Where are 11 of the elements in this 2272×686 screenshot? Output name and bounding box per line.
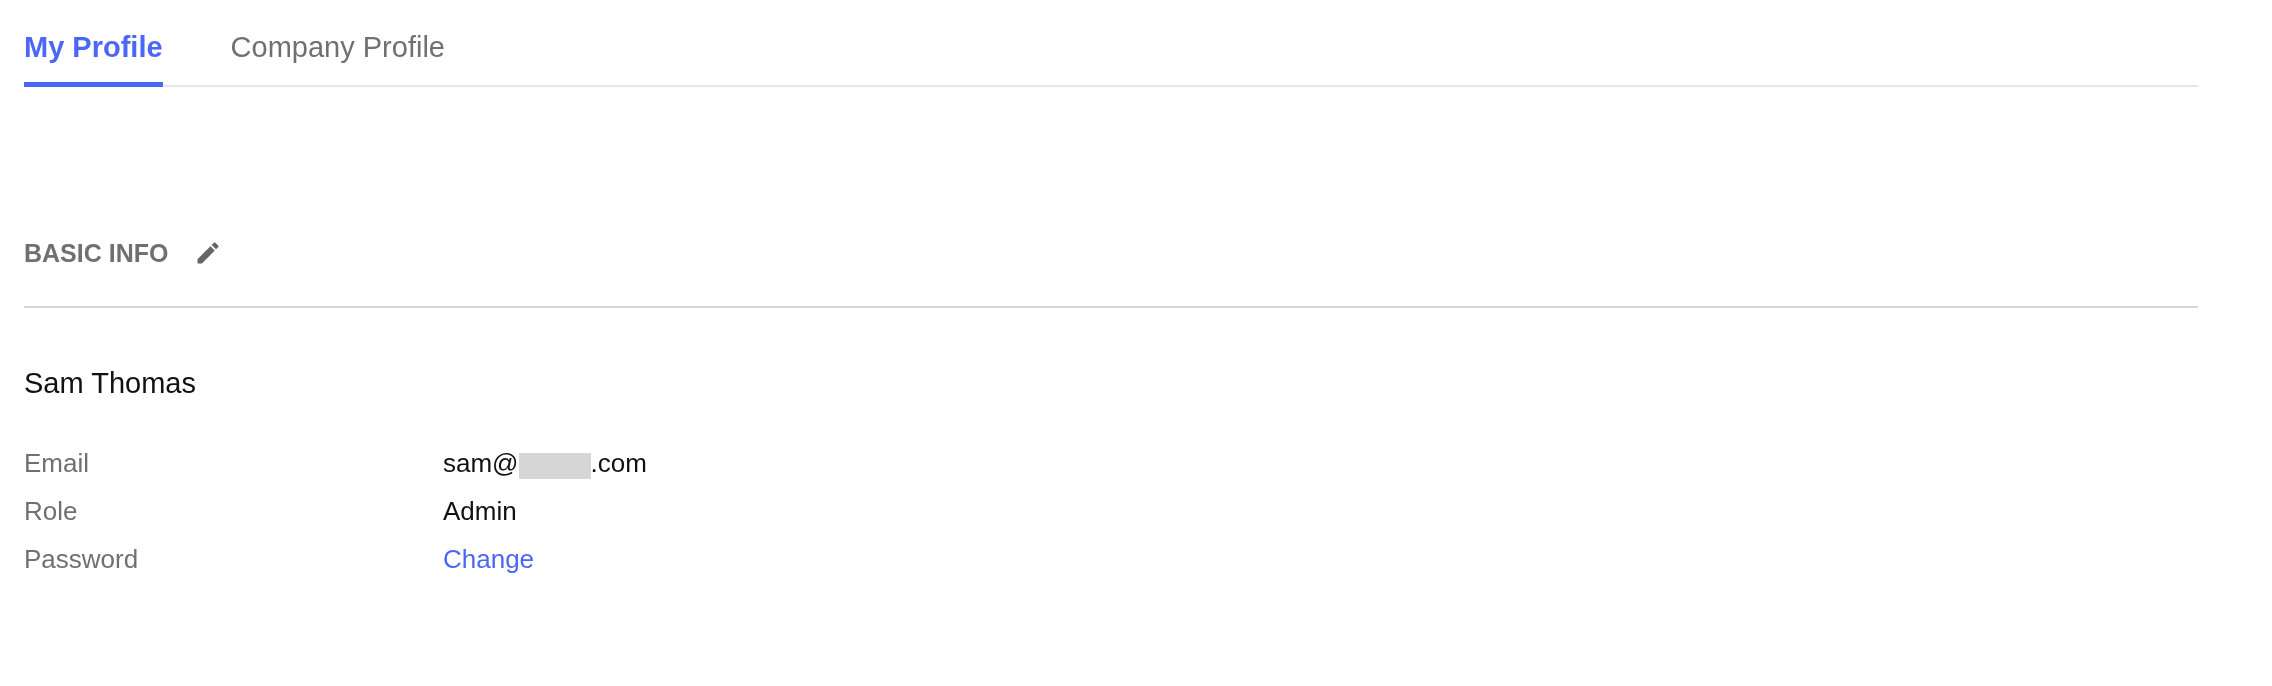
field-label: Password: [24, 543, 140, 576]
email-start: sam@: [443, 447, 519, 480]
field-label: Role: [24, 495, 79, 528]
change-password-link[interactable]: Change: [443, 542, 535, 576]
user-name: Sam Thomas: [24, 366, 197, 400]
field-value: Admin: [443, 495, 517, 528]
tab[interactable]: Company Profile: [230, 30, 445, 87]
tab[interactable]: My Profile: [24, 30, 163, 87]
section-title: BASIC INFO: [24, 238, 169, 269]
field-label: Email: [24, 447, 90, 480]
email-end: .com: [590, 447, 647, 480]
